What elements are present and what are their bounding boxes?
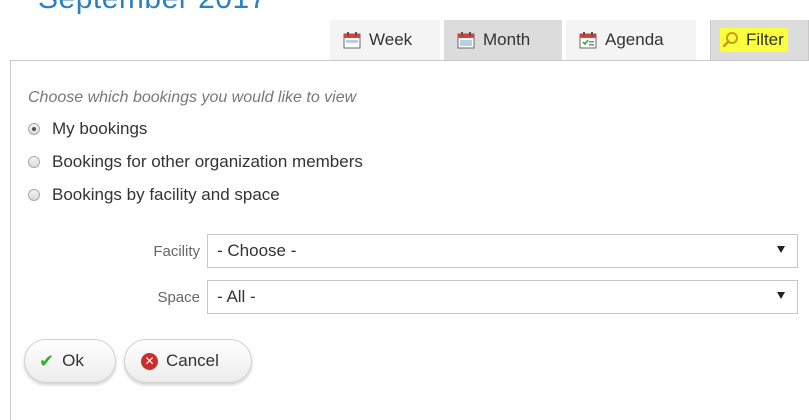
calendar-month-icon — [457, 32, 475, 49]
close-icon: ✕ — [141, 352, 158, 370]
calendar-agenda-icon — [579, 32, 597, 49]
tab-filter[interactable]: Filter — [710, 20, 809, 60]
radio-button[interactable] — [28, 189, 40, 201]
tab-month-label: Month — [483, 30, 531, 49]
facility-label: Facility — [153, 243, 200, 260]
calendar-week-icon — [343, 32, 361, 49]
check-icon: ✔ — [39, 350, 55, 371]
radio-my-bookings[interactable]: My bookings — [28, 119, 147, 139]
ok-label: Ok — [62, 351, 84, 370]
tab-week[interactable]: Week — [330, 20, 440, 60]
radio-other-members[interactable]: Bookings for other organization members — [28, 152, 363, 172]
space-select[interactable]: - All - — [207, 280, 798, 314]
filter-highlight: Filter — [720, 28, 788, 52]
radio-label: My bookings — [52, 119, 148, 138]
cancel-button[interactable]: ✕ Cancel — [124, 339, 252, 383]
chevron-down-icon — [777, 246, 785, 253]
radio-label: Bookings for other organization members — [52, 152, 363, 171]
space-value: - All - — [217, 287, 256, 306]
tab-week-label: Week — [369, 30, 413, 49]
radio-label: Bookings by facility and space — [52, 185, 280, 204]
chevron-down-icon — [777, 292, 785, 299]
radio-button[interactable] — [28, 156, 40, 168]
filter-intro: Choose which bookings you would like to … — [28, 89, 357, 106]
radio-facility-space[interactable]: Bookings by facility and space — [28, 185, 280, 205]
tab-filter-label: Filter — [746, 30, 784, 49]
facility-select[interactable]: - Choose - — [207, 234, 798, 268]
space-label: Space — [157, 289, 200, 306]
cancel-label: Cancel — [166, 351, 219, 370]
search-icon — [722, 32, 738, 48]
tab-month[interactable]: Month — [444, 20, 562, 60]
ok-button[interactable]: ✔ Ok — [24, 339, 116, 383]
radio-button[interactable] — [28, 123, 40, 135]
tab-agenda[interactable]: Agenda — [566, 20, 696, 60]
tab-agenda-label: Agenda — [605, 30, 664, 49]
page-title: September 2017 — [38, 0, 267, 16]
facility-value: - Choose - — [217, 241, 297, 260]
